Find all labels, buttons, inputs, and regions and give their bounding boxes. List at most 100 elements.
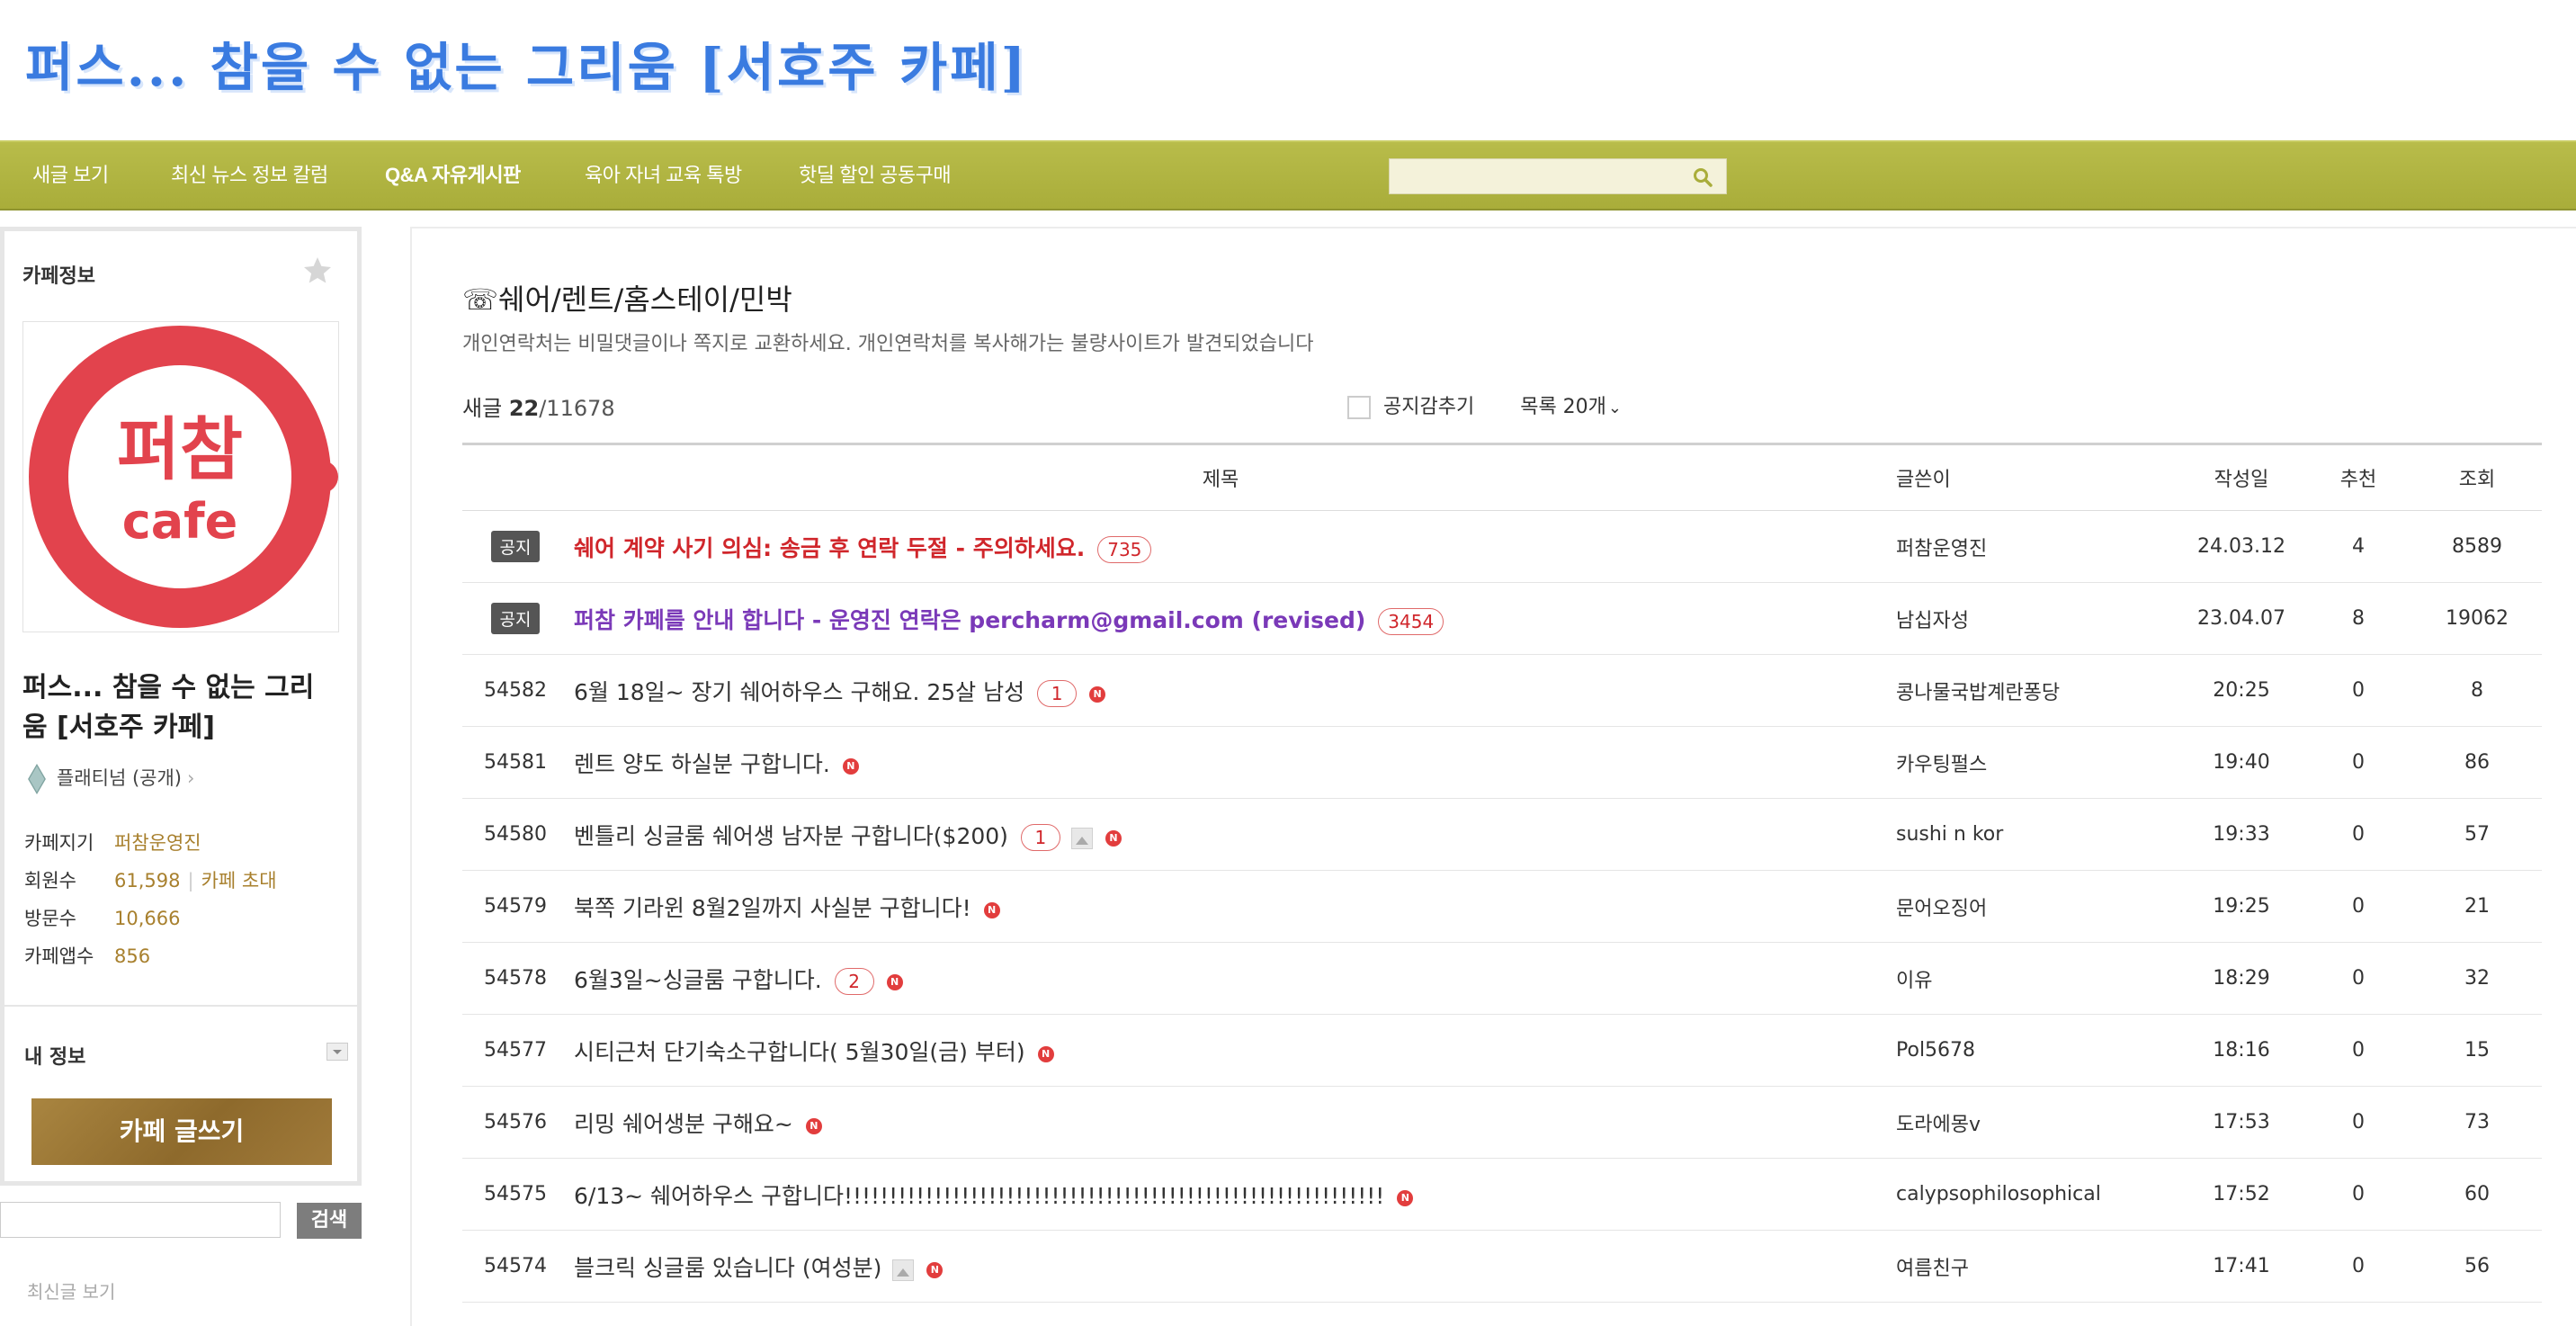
- post-author[interactable]: 퍼참운영진: [1873, 510, 2178, 583]
- write-post-button[interactable]: 카페 글쓰기: [31, 1098, 332, 1165]
- cafe-logo[interactable]: 퍼참 cafe: [22, 321, 339, 632]
- post-no: 54576: [462, 1086, 568, 1159]
- notice-row[interactable]: 공지 퍼참 카페를 안내 합니다 - 운영진 연락은 percharm@gmail…: [462, 582, 2542, 655]
- post-author[interactable]: sushi n kor: [1873, 798, 2178, 871]
- post-title-link[interactable]: 리밍 쉐어생분 구해요~: [574, 1111, 793, 1137]
- new-post-icon: N: [1397, 1189, 1414, 1206]
- table-row[interactable]: 54578 6월3일~싱글룸 구합니다. 2 N 이유 18:29 0 32: [462, 942, 2542, 1015]
- post-author[interactable]: 문어오징어: [1873, 870, 2178, 943]
- site-title[interactable]: 퍼스... 참을 수 없는 그리움 [서호주 카페]: [25, 25, 1028, 101]
- page-size-select[interactable]: 목록 20개: [1520, 396, 1606, 418]
- notice-badge: 공지: [490, 531, 541, 562]
- app-label: 카페앱수: [24, 945, 94, 967]
- post-title-link[interactable]: 6/13~ 쉐어하우스 구합니다!!!!!!!!!!!!!!!!!!!!!!!!…: [574, 1183, 1384, 1209]
- manager-value[interactable]: 퍼참운영진: [114, 832, 201, 854]
- post-table: 제목 글쓴이 작성일 추천 조회 공지 쉐어 계약 사기 의심: 송금 후 연락 …: [462, 443, 2542, 1303]
- comment-count-badge[interactable]: 735: [1097, 535, 1152, 563]
- list-options: 공지감추기 목록 20개 ⌄: [1347, 390, 1622, 419]
- my-info-heading[interactable]: 내 정보: [24, 1041, 85, 1070]
- post-author[interactable]: 여름친구: [1873, 1230, 2178, 1303]
- invite-link[interactable]: 카페 초대: [201, 870, 277, 891]
- post-views: 21: [2412, 870, 2542, 943]
- post-date: 19:40: [2178, 726, 2304, 799]
- post-views: 8589: [2412, 510, 2542, 583]
- hide-notice-checkbox[interactable]: [1347, 396, 1371, 419]
- table-row[interactable]: 54574 블크릭 싱글룸 있습니다 (여성분) N 여름친구 17:41 0 56: [462, 1230, 2542, 1303]
- members-label: 회원수: [24, 870, 76, 891]
- cafe-name[interactable]: 퍼스... 참을 수 없는 그리움 [서호주 카페]: [22, 668, 337, 748]
- post-title-cell: 블크릭 싱글룸 있습니다 (여성분) N: [568, 1230, 1873, 1303]
- post-views: 60: [2412, 1158, 2542, 1231]
- table-row[interactable]: 54580 벤틀리 싱글룸 쉐어생 남자분 구합니다($200) 1 Nsushi n…: [462, 798, 2542, 871]
- col-author: 글쓴이: [1873, 443, 2178, 511]
- post-title-link[interactable]: 쉐어 계약 사기 의심: 송금 후 연락 두절 - 주의하세요.: [574, 535, 1085, 561]
- post-recommend: 8: [2304, 582, 2412, 655]
- new-post-icon: N: [805, 1117, 822, 1134]
- visits-value: 10,666: [114, 908, 181, 929]
- search-icon[interactable]: [1692, 166, 1713, 188]
- comment-count-badge[interactable]: 1: [1037, 679, 1078, 707]
- new-post-icon: N: [1037, 1045, 1054, 1062]
- post-title-link[interactable]: 렌트 양도 하실분 구합니다.: [574, 751, 830, 777]
- image-attachment-icon: [1070, 827, 1093, 849]
- post-recommend: 0: [2304, 1158, 2412, 1231]
- col-date: 작성일: [2178, 443, 2304, 511]
- star-icon[interactable]: [301, 255, 334, 287]
- nav-parenting[interactable]: 육아 자녀 교육 톡방: [585, 142, 742, 209]
- nav-hotdeal[interactable]: 핫딜 할인 공동구매: [799, 142, 952, 209]
- post-title-cell: 6/13~ 쉐어하우스 구합니다!!!!!!!!!!!!!!!!!!!!!!!!…: [568, 1158, 1873, 1231]
- post-count-label: 새글: [462, 396, 503, 421]
- col-title: 제목: [568, 443, 1873, 511]
- nav-qna-board[interactable]: Q&A 자유게시판: [385, 142, 521, 209]
- table-row[interactable]: 54577 시티근처 단기숙소구합니다( 5월30일(금) 부터) N Pol5678…: [462, 1014, 2542, 1087]
- sidebar-search-button[interactable]: 검색: [297, 1203, 362, 1239]
- post-title-link[interactable]: 6월 18일~ 장기 쉐어하우스 구해요. 25살 남성: [574, 679, 1024, 705]
- platinum-grade-icon: [28, 764, 46, 794]
- post-author[interactable]: 이유: [1873, 942, 2178, 1015]
- cafe-grade[interactable]: 플래티넘 (공개) ›: [24, 764, 194, 794]
- new-post-icon: N: [983, 901, 1000, 918]
- post-date: 23.04.07: [2178, 582, 2304, 655]
- post-author[interactable]: Pol5678: [1873, 1014, 2178, 1087]
- board-panel: ☏쉐어/렌트/홈스테이/민박 개인연락처는 비밀댓글이나 쪽지로 교환하세요. …: [410, 227, 2576, 1326]
- nav-news-columns[interactable]: 최신 뉴스 정보 칼럼: [171, 142, 328, 209]
- post-title-link[interactable]: 북쪽 기라윈 8월2일까지 사실분 구합니다!: [574, 895, 971, 921]
- comment-count-badge[interactable]: 2: [834, 967, 874, 995]
- comment-count-badge[interactable]: 3454: [1378, 607, 1445, 635]
- table-row[interactable]: 54575 6/13~ 쉐어하우스 구합니다!!!!!!!!!!!!!!!!!!!…: [462, 1158, 2542, 1231]
- post-recommend: 0: [2304, 942, 2412, 1015]
- table-row[interactable]: 54579 북쪽 기라윈 8월2일까지 사실분 구합니다! N 문어오징어 19:25 0…: [462, 870, 2542, 943]
- post-author[interactable]: 콩나물국밥계란퐁당: [1873, 654, 2178, 727]
- chevron-down-icon[interactable]: ⌄: [1608, 399, 1622, 417]
- post-author[interactable]: 도라에몽v: [1873, 1086, 2178, 1159]
- post-title-link[interactable]: 벤틀리 싱글룸 쉐어생 남자분 구합니다($200): [574, 823, 1008, 849]
- post-author[interactable]: 카우팅펄스: [1873, 726, 2178, 799]
- post-title-link[interactable]: 시티근처 단기숙소구합니다( 5월30일(금) 부터): [574, 1039, 1025, 1065]
- post-views: 57: [2412, 798, 2542, 871]
- members-value[interactable]: 61,598: [114, 870, 180, 891]
- dropdown-icon[interactable]: [326, 1043, 348, 1061]
- nav-search-input[interactable]: [1390, 159, 1699, 193]
- hide-notice-label[interactable]: 공지감추기: [1383, 396, 1474, 418]
- post-title-link[interactable]: 6월3일~싱글룸 구합니다.: [574, 967, 822, 993]
- post-views: 73: [2412, 1086, 2542, 1159]
- post-author[interactable]: 남십자성: [1873, 582, 2178, 655]
- sidebar-search-input[interactable]: [0, 1202, 281, 1238]
- post-no: 54577: [462, 1014, 568, 1087]
- post-no: 54578: [462, 942, 568, 1015]
- comment-count-badge[interactable]: 1: [1020, 823, 1060, 851]
- post-author[interactable]: calypsophilosophical: [1873, 1158, 2178, 1231]
- post-title-link[interactable]: 퍼참 카페를 안내 합니다 - 운영진 연락은 percharm@gmail.c…: [574, 607, 1365, 633]
- table-row[interactable]: 54576 리밍 쉐어생분 구해요~ N 도라에몽v 17:53 0 73: [462, 1086, 2542, 1159]
- table-row[interactable]: 54581 렌트 양도 하실분 구합니다. N 카우팅펄스 19:40 0 86: [462, 726, 2542, 799]
- table-row[interactable]: 54582 6월 18일~ 장기 쉐어하우스 구해요. 25살 남성 1 N 콩나물국밥…: [462, 654, 2542, 727]
- post-views: 56: [2412, 1230, 2542, 1303]
- sidebar-recent-link[interactable]: 최신글 보기: [0, 1277, 362, 1301]
- notice-row[interactable]: 공지 쉐어 계약 사기 의심: 송금 후 연락 두절 - 주의하세요. 735 퍼참운…: [462, 510, 2542, 583]
- post-title-cell: 북쪽 기라윈 8월2일까지 사실분 구합니다! N: [568, 870, 1873, 943]
- nav-new-posts[interactable]: 새글 보기: [32, 142, 109, 209]
- post-title-link[interactable]: 블크릭 싱글룸 있습니다 (여성분): [574, 1255, 881, 1281]
- post-views: 86: [2412, 726, 2542, 799]
- post-views: 32: [2412, 942, 2542, 1015]
- post-count-total: /11678: [539, 396, 615, 421]
